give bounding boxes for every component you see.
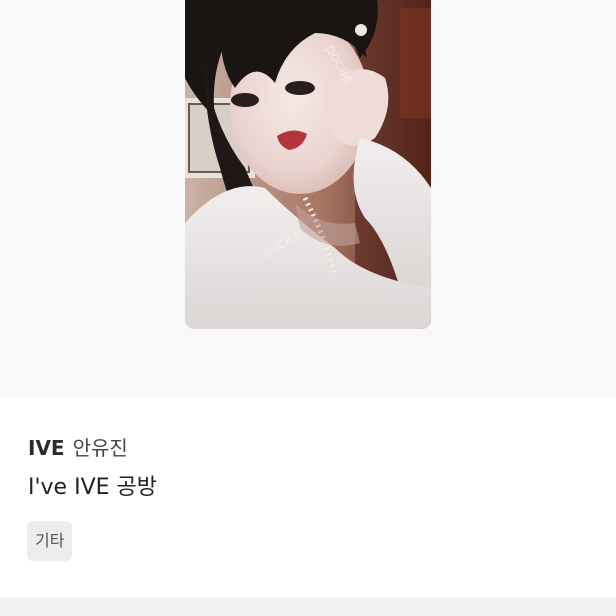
product-image-area[interactable]: pocaa pocaa [0,0,616,397]
section-divider [0,597,616,616]
member-name[interactable]: 안유진 [73,436,128,460]
photocard-illustration: pocaa pocaa [185,0,431,329]
product-title: I've IVE 공방 [28,475,157,500]
product-info-section: IVE 안유진 I've IVE 공방 기타 [0,397,616,597]
group-name[interactable]: IVE [28,436,65,460]
photocard-image[interactable]: pocaa pocaa [185,0,431,329]
artist-line: IVE 안유진 [28,435,128,461]
category-tag[interactable]: 기타 [27,521,73,561]
product-detail-page: pocaa pocaa IVE 안유진 I've IVE 공방 기타 [0,0,616,616]
